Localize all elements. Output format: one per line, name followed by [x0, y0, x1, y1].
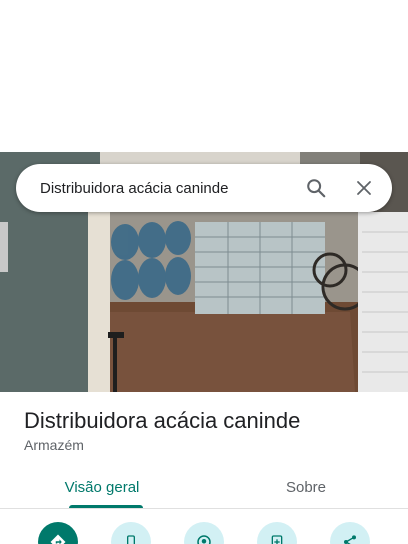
share-button[interactable] — [330, 522, 370, 544]
place-category: Armazém — [24, 437, 84, 453]
tab-overview[interactable]: Visão geral — [0, 466, 204, 508]
tab-bar: Visão geral Sobre — [0, 466, 408, 508]
location-share-button[interactable] — [184, 522, 224, 544]
location-share-icon — [197, 535, 211, 544]
tabs-divider — [0, 508, 408, 509]
directions-icon — [50, 534, 66, 544]
action-row — [0, 522, 408, 544]
call-button[interactable] — [111, 522, 151, 544]
phone-icon — [127, 535, 135, 544]
save-button[interactable] — [257, 522, 297, 544]
map-blank-area — [0, 0, 408, 152]
close-icon[interactable] — [340, 164, 388, 212]
save-icon — [271, 535, 283, 544]
search-icon[interactable] — [292, 164, 340, 212]
place-title: Distribuidora acácia caninde — [24, 408, 301, 433]
search-bar[interactable]: Distribuidora acácia caninde — [16, 164, 392, 212]
directions-button[interactable] — [38, 522, 78, 544]
search-input[interactable]: Distribuidora acácia caninde — [16, 180, 292, 197]
tab-about[interactable]: Sobre — [204, 466, 408, 508]
share-icon — [344, 535, 356, 544]
